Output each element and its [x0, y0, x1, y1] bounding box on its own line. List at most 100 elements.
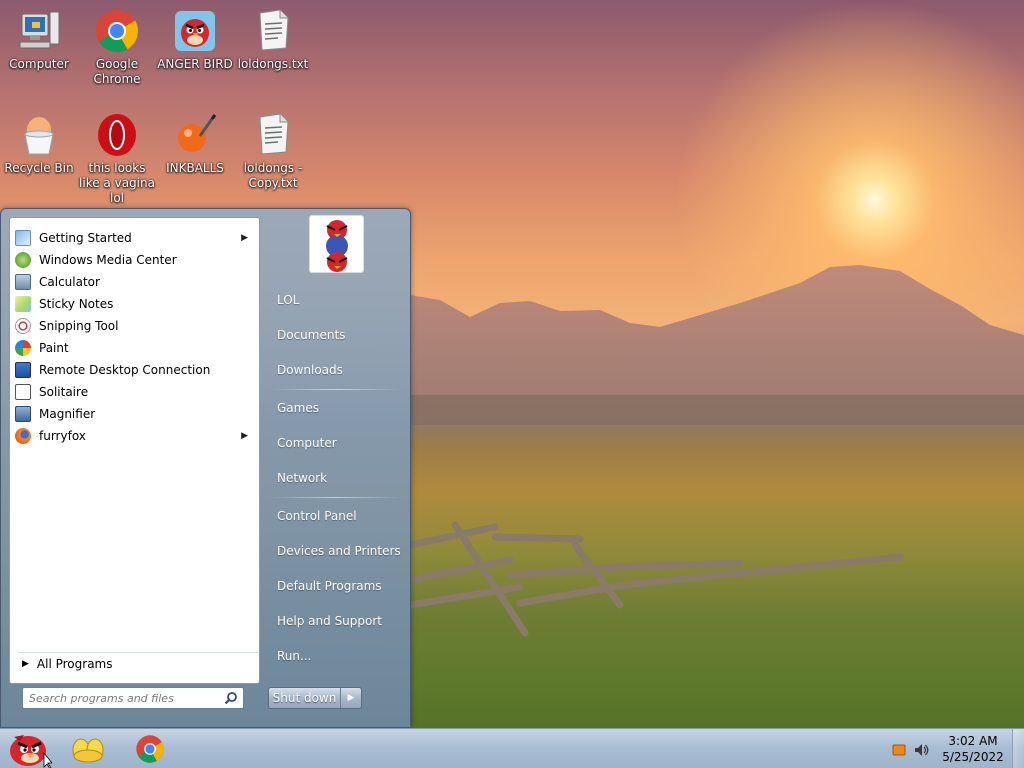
- program-label: Magnifier: [39, 407, 96, 421]
- menu-item-network[interactable]: Network: [269, 465, 405, 491]
- remote-desktop-icon: [15, 362, 31, 378]
- start-button-angry-bird-icon[interactable]: [4, 729, 52, 768]
- program-getting-started[interactable]: Getting Started ▶: [12, 227, 258, 249]
- desktop-icon-label: Recycle Bin: [4, 161, 74, 175]
- program-sticky-notes[interactable]: Sticky Notes: [12, 293, 258, 315]
- magnifier-icon: [15, 406, 31, 422]
- menu-item-user-folder[interactable]: LOL: [269, 287, 405, 313]
- wallpaper-fence: [406, 521, 904, 637]
- program-calculator[interactable]: Calculator: [12, 271, 258, 293]
- menu-item-games[interactable]: Games: [269, 395, 405, 421]
- shutdown-button[interactable]: Shut down ▶: [268, 687, 362, 709]
- taskbar-explorer-button[interactable]: [60, 731, 116, 767]
- menu-item-label: Control Panel: [277, 509, 357, 523]
- menu-separator: [271, 389, 401, 390]
- taskbar-chrome-button[interactable]: [122, 731, 178, 767]
- desktop-icon-google-chrome[interactable]: Google Chrome: [78, 8, 156, 87]
- desktop-icon-label: Google Chrome: [93, 57, 141, 86]
- menu-item-devices-and-printers[interactable]: Devices and Printers: [269, 538, 405, 564]
- computer-icon: [19, 11, 60, 49]
- menu-item-default-programs[interactable]: Default Programs: [269, 573, 405, 599]
- program-label: Calculator: [39, 275, 100, 289]
- program-snipping-tool[interactable]: Snipping Tool: [12, 315, 258, 337]
- taskbar: 3:02 AM 5/25/2022: [0, 728, 1024, 768]
- desktop-icon-computer[interactable]: Computer: [0, 8, 78, 72]
- program-label: Paint: [39, 341, 69, 355]
- recycle-bin-icon: [24, 117, 54, 155]
- opera-icon: [98, 114, 136, 156]
- program-label: Solitaire: [39, 385, 89, 399]
- program-remote-desktop-connection[interactable]: Remote Desktop Connection: [12, 359, 258, 381]
- menu-separator: [271, 497, 401, 498]
- desktop-icon-loldongs-txt[interactable]: loldongs.txt: [234, 8, 312, 72]
- taskbar-clock[interactable]: 3:02 AM 5/25/2022: [936, 733, 1010, 765]
- menu-item-label: Documents: [277, 328, 346, 342]
- program-label: furryfox: [39, 429, 86, 443]
- menu-item-label: Network: [277, 471, 328, 485]
- shutdown-options-arrow-icon[interactable]: ▶: [341, 693, 361, 703]
- angry-bird-icon: [175, 11, 215, 51]
- program-paint[interactable]: Paint: [12, 337, 258, 359]
- menu-item-label: Default Programs: [277, 579, 382, 593]
- program-label: Snipping Tool: [39, 319, 119, 333]
- all-programs-button[interactable]: ▶ All Programs: [18, 652, 258, 674]
- menu-item-label: Computer: [277, 436, 337, 450]
- menu-item-label: Downloads: [277, 363, 343, 377]
- menu-item-label: Help and Support: [277, 614, 382, 628]
- start-menu-programs-pane: Getting Started ▶ Windows Media Center C…: [9, 217, 260, 684]
- clock-time: 3:02 AM: [948, 734, 998, 748]
- desktop-icon-loldongs-copy-txt[interactable]: loldongs - Copy.txt: [234, 112, 312, 191]
- program-solitaire[interactable]: Solitaire: [12, 381, 258, 403]
- menu-item-documents[interactable]: Documents: [269, 322, 405, 348]
- menu-item-label: Devices and Printers: [277, 544, 401, 558]
- desktop-icon-label: loldongs - Copy.txt: [243, 161, 303, 190]
- program-furryfox[interactable]: furryfox ▶: [12, 425, 258, 447]
- sticky-notes-icon: [15, 296, 31, 312]
- start-menu: Getting Started ▶ Windows Media Center C…: [0, 208, 411, 728]
- desktop-icon-label: INKBALLS: [166, 161, 224, 175]
- menu-item-control-panel[interactable]: Control Panel: [269, 503, 405, 529]
- program-label: Getting Started: [39, 231, 132, 245]
- volume-icon[interactable]: [914, 743, 930, 757]
- program-magnifier[interactable]: Magnifier: [12, 403, 258, 425]
- clock-date: 5/25/2022: [942, 750, 1004, 764]
- desktop-icon-label: Computer: [9, 57, 69, 71]
- media-center-icon: [15, 252, 31, 268]
- text-file-icon: [259, 9, 289, 51]
- desktop-icon-label: this looks like a vagina lol: [79, 161, 155, 205]
- program-label: Remote Desktop Connection: [39, 363, 211, 377]
- menu-item-downloads[interactable]: Downloads: [269, 357, 405, 383]
- menu-item-run[interactable]: Run...: [269, 643, 405, 669]
- inkballs-icon: [178, 114, 217, 152]
- menu-item-label: Run...: [277, 649, 312, 663]
- desktop-icon-label: ANGER BIRD: [157, 57, 233, 71]
- desktop-icon-anger-bird[interactable]: ANGER BIRD: [156, 8, 234, 72]
- menu-item-computer[interactable]: Computer: [269, 430, 405, 456]
- submenu-arrow-icon: ▶: [241, 233, 248, 243]
- search-icon[interactable]: [224, 691, 238, 705]
- desktop-icon-opera[interactable]: this looks like a vagina lol: [78, 112, 156, 206]
- menu-item-label: Games: [277, 401, 319, 415]
- firefox-icon: [15, 428, 31, 444]
- user-avatar[interactable]: [309, 215, 364, 273]
- program-label: Windows Media Center: [39, 253, 177, 267]
- chrome-icon: [96, 10, 139, 53]
- program-windows-media-center[interactable]: Windows Media Center: [12, 249, 258, 271]
- submenu-arrow-icon: ▶: [241, 431, 248, 441]
- desktop-icon-label: loldongs.txt: [237, 57, 309, 71]
- getting-started-icon: [15, 230, 31, 246]
- desktop-icon-inkballs[interactable]: INKBALLS: [156, 112, 234, 176]
- search-input[interactable]: [23, 688, 219, 708]
- action-center-flag-icon[interactable]: [892, 743, 906, 757]
- show-desktop-button[interactable]: [1012, 729, 1024, 768]
- solitaire-icon: [15, 384, 31, 400]
- paint-icon: [15, 340, 31, 356]
- calculator-icon: [15, 274, 31, 290]
- program-label: Sticky Notes: [39, 297, 114, 311]
- text-file-icon: [259, 113, 289, 155]
- folder-icon: [72, 738, 104, 763]
- all-programs-label: All Programs: [36, 656, 113, 671]
- desktop-icon-recycle-bin[interactable]: Recycle Bin: [0, 112, 78, 176]
- menu-item-help-and-support[interactable]: Help and Support: [269, 608, 405, 634]
- search-programs-box[interactable]: [22, 687, 244, 709]
